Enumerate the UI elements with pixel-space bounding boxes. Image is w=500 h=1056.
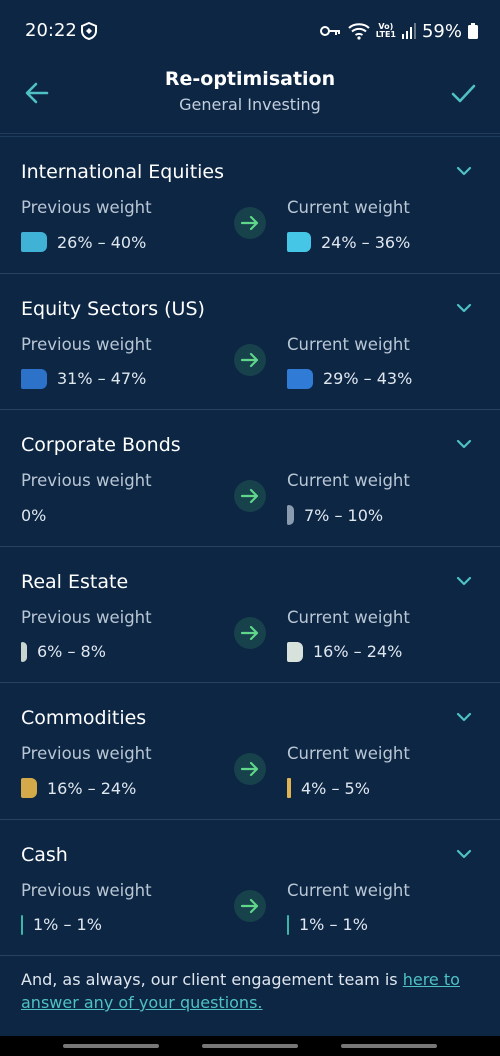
key-icon (319, 26, 340, 36)
volte-indicator: Vo) LTE1 (376, 23, 396, 39)
previous-weight-swatch (21, 641, 27, 662)
page-subtitle: General Investing (179, 95, 321, 114)
arrow-right-icon (240, 215, 259, 231)
status-bar: 20:22 Vo) LTE1 59% (0, 0, 500, 60)
previous-weight-value: 0% (21, 505, 47, 525)
current-weight: 1% – 1% (287, 914, 368, 936)
current-weight-label: Current weight (287, 607, 410, 627)
arrow-right-icon (240, 761, 259, 777)
chevron-down-icon[interactable] (456, 302, 472, 314)
nav-home-button[interactable] (202, 1044, 298, 1048)
arrow-right-icon (240, 625, 259, 640)
previous-weight-label: Previous weight (21, 744, 152, 763)
app-bar: Re-optimisation General Investing (0, 60, 500, 134)
arrow-right-icon (240, 352, 259, 367)
previous-weight: 26% – 40% (21, 231, 146, 253)
previous-weight: 0% (21, 504, 46, 526)
current-weight-value: 7% – 10% (304, 505, 384, 525)
current-weight-label: Current weight (287, 471, 410, 490)
change-arrow (234, 207, 266, 239)
footer-text: And, as always, our client engagement te… (21, 970, 403, 989)
allocation-section[interactable]: Cash Previous weight Current weight 1% –… (0, 820, 500, 956)
section-title: Real Estate (21, 570, 129, 593)
current-weight-swatch (287, 914, 289, 935)
current-weight-label: Current weight (287, 744, 410, 763)
current-weight-value: 4% – 5% (301, 778, 370, 798)
current-weight-value: 24% – 36% (321, 232, 411, 252)
battery-percent: 59% (421, 20, 462, 42)
status-time: 20:22 (25, 20, 77, 41)
section-title: International Equities (21, 161, 225, 183)
section-title: Corporate Bonds (21, 434, 181, 456)
nav-back-button[interactable] (341, 1044, 437, 1048)
previous-weight-value: 1% – 1% (33, 915, 102, 934)
current-weight-swatch (287, 778, 291, 798)
current-weight-label: Current weight (287, 198, 410, 217)
signal-icon (401, 23, 416, 39)
previous-weight: 16% – 24% (21, 777, 136, 799)
section-title: Commodities (21, 707, 147, 729)
current-weight-label: Current weight (287, 880, 410, 900)
previous-weight-label: Previous weight (21, 198, 152, 217)
previous-weight-value: 26% – 40% (57, 232, 147, 252)
current-weight-value: 29% – 43% (323, 369, 413, 388)
previous-weight-label: Previous weight (21, 471, 152, 490)
current-weight-swatch (287, 505, 294, 525)
current-weight: 24% – 36% (287, 231, 410, 253)
arrow-right-icon (240, 898, 259, 913)
change-arrow (234, 343, 266, 376)
current-weight-swatch (287, 232, 311, 252)
previous-weight: 1% – 1% (21, 914, 102, 936)
current-weight: 4% – 5% (287, 777, 370, 799)
chevron-down-icon[interactable] (456, 575, 472, 587)
previous-weight-value: 31% – 47% (57, 369, 147, 388)
page-title: Re-optimisation (164, 68, 336, 90)
chevron-down-icon[interactable] (456, 165, 472, 177)
previous-weight: 6% – 8% (21, 641, 106, 663)
nav-recents-button[interactable] (63, 1044, 159, 1048)
previous-weight-value: 6% – 8% (37, 642, 106, 661)
previous-weight-label: Previous weight (21, 880, 152, 900)
allocation-section[interactable]: Real Estate Previous weight Current weig… (0, 547, 500, 683)
change-arrow (234, 889, 266, 922)
battery-icon (468, 23, 478, 39)
chevron-down-icon[interactable] (456, 711, 472, 723)
current-weight: 29% – 43% (287, 368, 412, 390)
allocation-section[interactable]: Commodities Previous weight Current weig… (0, 683, 500, 820)
allocation-section[interactable]: International Equities Previous weight C… (0, 137, 500, 274)
wifi-icon (348, 23, 370, 40)
chevron-down-icon[interactable] (456, 848, 472, 860)
previous-weight-value: 16% – 24% (47, 778, 137, 798)
allocation-section[interactable]: Equity Sectors (US) Previous weight Curr… (0, 274, 500, 410)
current-weight: 7% – 10% (287, 504, 383, 526)
section-title: Equity Sectors (US) (21, 297, 205, 320)
previous-weight-label: Previous weight (21, 607, 152, 627)
current-weight-swatch (287, 641, 303, 662)
check-icon[interactable] (448, 78, 478, 108)
shield-icon (81, 22, 97, 40)
footer-note: And, as always, our client engagement te… (21, 968, 481, 1014)
current-weight-swatch (287, 368, 313, 389)
system-nav-bar (0, 1036, 500, 1056)
current-weight-value: 1% – 1% (299, 915, 368, 934)
previous-weight-swatch (21, 368, 47, 389)
chevron-down-icon[interactable] (456, 438, 472, 450)
volte-bottom: LTE1 (375, 30, 396, 39)
change-arrow (234, 753, 266, 785)
arrow-right-icon (240, 488, 259, 504)
previous-weight-swatch (21, 914, 23, 935)
current-weight-label: Current weight (287, 334, 410, 354)
current-weight-value: 16% – 24% (313, 642, 403, 661)
change-arrow (234, 616, 266, 649)
current-weight: 16% – 24% (287, 641, 402, 663)
previous-weight-swatch (21, 232, 47, 252)
allocation-section[interactable]: Corporate Bonds Previous weight Current … (0, 410, 500, 547)
allocation-list: International Equities Previous weight C… (0, 136, 500, 956)
section-title: Cash (21, 843, 68, 866)
previous-weight: 31% – 47% (21, 368, 146, 390)
change-arrow (234, 480, 266, 512)
previous-weight-swatch (21, 778, 37, 798)
previous-weight-label: Previous weight (21, 334, 152, 354)
